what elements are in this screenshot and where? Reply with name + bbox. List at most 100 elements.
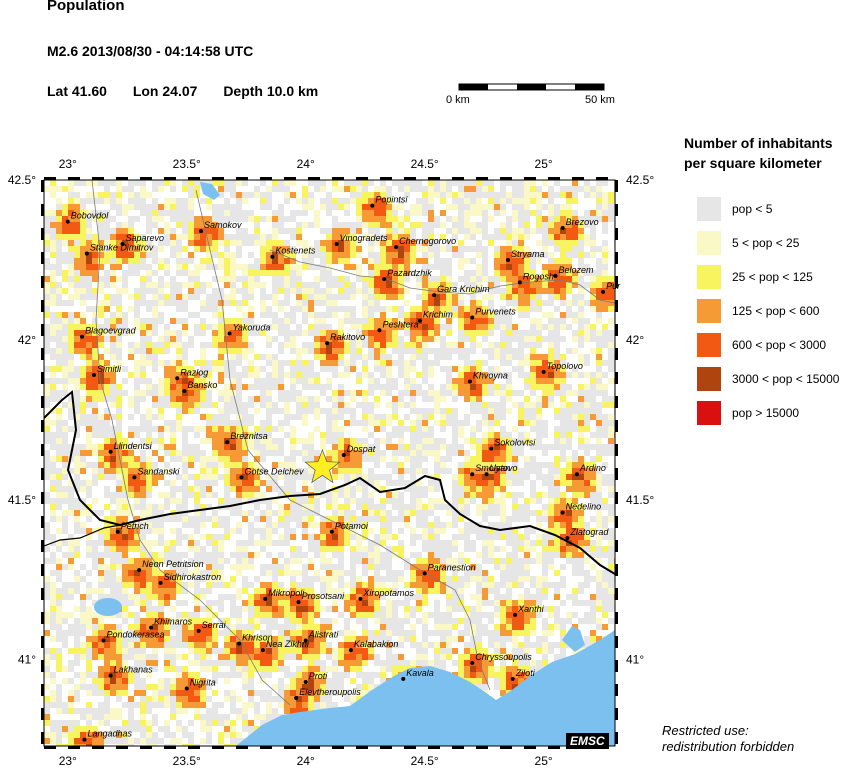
- place-name: Dospat: [347, 444, 376, 454]
- place-name: Yakoruda: [233, 322, 271, 332]
- place-name: Zlatograd: [569, 527, 609, 537]
- place-name: Purvenets: [475, 307, 516, 317]
- place-marker: [553, 273, 558, 278]
- place-marker: [329, 529, 334, 534]
- lat-tick-label: 41°: [18, 653, 36, 667]
- place-marker: [294, 696, 299, 701]
- place-marker: [484, 472, 489, 477]
- place-name: Chryssoupolis: [475, 652, 532, 662]
- place-name: Ustovo: [490, 463, 518, 473]
- lon-tick-label: 23°: [59, 754, 77, 768]
- place-marker: [227, 331, 232, 336]
- place-name: Vinogradets: [340, 233, 388, 243]
- place-marker: [470, 472, 475, 477]
- place-marker: [182, 389, 187, 394]
- legend-swatch: [697, 367, 721, 391]
- place-name: Stanke Dimitrov: [90, 243, 154, 253]
- place-name: Nea Zikhni: [266, 639, 310, 649]
- lat-tick-label: 41°: [626, 653, 644, 667]
- legend-title-line2: per square kilometer: [684, 155, 822, 171]
- place-marker: [263, 596, 268, 601]
- place-name: Breznitsa: [230, 431, 268, 441]
- place-name: Pur: [606, 281, 621, 291]
- lon-tick-label: 24.5°: [411, 157, 439, 171]
- place-marker: [270, 254, 275, 259]
- place-marker: [394, 245, 399, 250]
- legend-swatch: [697, 197, 721, 221]
- legend-item: 600 < pop < 3000: [697, 333, 826, 357]
- place-marker: [296, 600, 301, 605]
- lat-tick-label: 42.5°: [8, 173, 36, 187]
- place-marker: [239, 475, 244, 480]
- legend-swatch: [697, 401, 721, 425]
- place-name: Elevtheroupolis: [299, 687, 361, 697]
- legend-swatch: [697, 299, 721, 323]
- legend-item: 3000 < pop < 15000: [697, 367, 839, 391]
- place-marker: [108, 673, 113, 678]
- place-name: Razlog: [180, 367, 208, 377]
- place-name: Prosotsani: [302, 591, 346, 601]
- legend-swatch: [697, 265, 721, 289]
- place-marker: [334, 241, 339, 246]
- legend-label: pop < 5: [732, 202, 773, 216]
- place-name: Kavala: [406, 668, 434, 678]
- legend-swatch: [697, 333, 721, 357]
- place-name: Chernogorovo: [399, 236, 456, 246]
- place-name: Topolovo: [547, 361, 583, 371]
- place-marker: [470, 315, 475, 320]
- place-name: Rakitovo: [330, 332, 365, 342]
- place-marker: [370, 203, 375, 208]
- place-name: Brezovo: [566, 217, 599, 227]
- place-marker: [467, 379, 472, 384]
- legend-swatch: [697, 231, 721, 255]
- place-name: Bobovdol: [71, 211, 110, 221]
- place-marker: [541, 369, 546, 374]
- lat-tick-label: 41.5°: [626, 493, 654, 507]
- place-name: Peshtera: [382, 319, 418, 329]
- place-name: Khimaros: [154, 617, 193, 627]
- place-marker: [137, 568, 142, 573]
- place-name: Kalabakion: [354, 639, 399, 649]
- place-marker: [565, 536, 570, 541]
- place-name: Gara Krichim: [437, 284, 490, 294]
- place-name: Proti: [309, 671, 329, 681]
- legend-title-line1: Number of inhabitants: [684, 135, 833, 151]
- legend-item: 125 < pop < 600: [697, 299, 819, 323]
- place-marker: [377, 328, 382, 333]
- usage-note-line2: redistribution forbidden: [662, 739, 795, 754]
- place-name: Nedelino: [566, 502, 602, 512]
- legend-label: pop > 15000: [732, 406, 800, 420]
- place-name: Simitli: [97, 364, 122, 374]
- legend-label: 600 < pop < 3000: [732, 338, 827, 352]
- place-marker: [358, 596, 363, 601]
- place-marker: [260, 648, 265, 653]
- place-marker: [574, 472, 579, 477]
- place-name: Paranestion: [428, 562, 476, 572]
- place-name: Stryama: [511, 249, 545, 259]
- lon-tick-label: 24°: [297, 157, 315, 171]
- place-name: Mikropoli: [268, 588, 305, 598]
- place-marker: [422, 571, 427, 576]
- place-marker: [225, 440, 230, 445]
- place-marker: [325, 341, 330, 346]
- place-marker: [82, 737, 87, 742]
- place-marker: [84, 251, 89, 256]
- lat-tick-label: 42°: [626, 333, 644, 347]
- place-marker: [489, 446, 494, 451]
- lon-tick-label: 24°: [297, 754, 315, 768]
- emsc-badge: EMSC: [566, 733, 609, 749]
- place-marker: [91, 373, 96, 378]
- place-name: Samokov: [204, 220, 242, 230]
- lat-tick-label: 42.5°: [626, 173, 654, 187]
- place-marker: [80, 334, 85, 339]
- lon-tick-label: 24.5°: [411, 754, 439, 768]
- place-marker: [601, 289, 606, 294]
- place-name: Neon Petritsion: [142, 559, 204, 569]
- place-marker: [65, 219, 70, 224]
- lon-tick-label: 23.5°: [173, 754, 201, 768]
- place-name: Alistrati: [308, 629, 340, 639]
- place-marker: [560, 225, 565, 230]
- legend-item: 25 < pop < 125: [697, 265, 813, 289]
- place-marker: [199, 229, 204, 234]
- place-name: Langadhas: [87, 729, 132, 739]
